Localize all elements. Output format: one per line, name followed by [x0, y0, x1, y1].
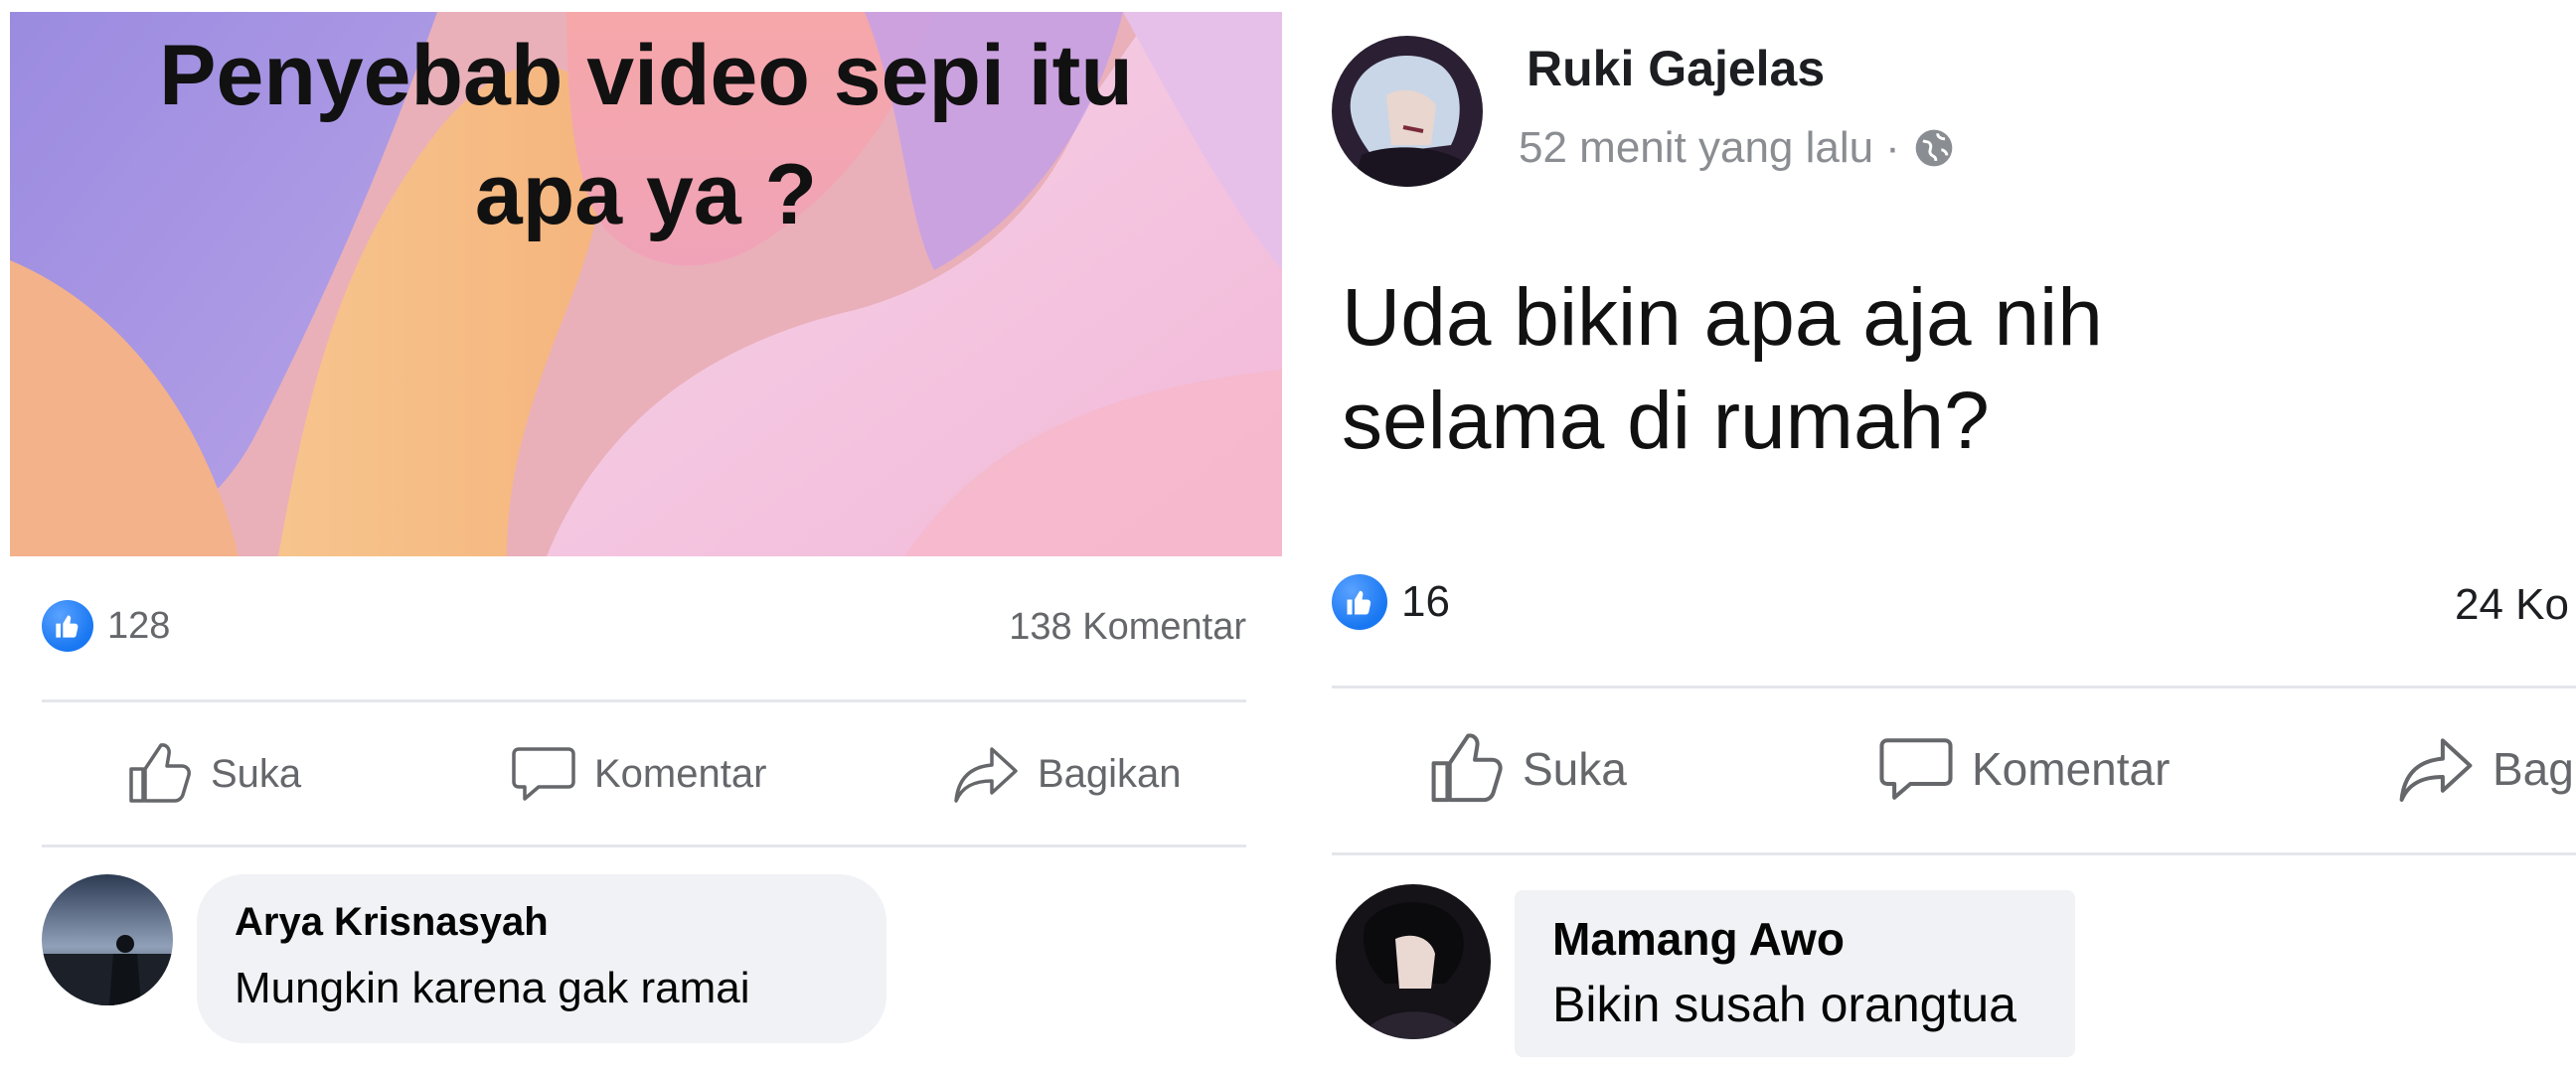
share-label: Bagikan — [1038, 751, 1182, 796]
comment-author[interactable]: Mamang Awo — [1552, 912, 1845, 966]
reaction-count: 16 — [1401, 577, 1450, 626]
share-arrow-icon — [954, 747, 1018, 803]
comment-count[interactable]: 24 Ko — [2455, 580, 2569, 630]
post-time[interactable]: 52 menit yang lalu — [1519, 123, 1873, 173]
divider — [1332, 686, 2576, 689]
post-text: Uda bikin apa aja nih selama di rumah? — [1342, 272, 2103, 466]
comment-count[interactable]: 138 Komentar — [1009, 606, 1246, 649]
divider — [42, 699, 1246, 702]
avatar[interactable] — [1332, 36, 1483, 187]
post-meta: 52 menit yang lalu · — [1519, 123, 1956, 173]
comment-text: Bikin susah orangtua — [1552, 977, 2016, 1032]
image-caption: Penyebab video sepi itu apa ya ? — [159, 28, 1133, 242]
avatar[interactable] — [42, 874, 173, 1005]
like-badge-icon — [1332, 574, 1387, 630]
reaction-count: 128 — [107, 604, 171, 647]
thumbs-up-icon — [129, 743, 191, 803]
comment-label: Komentar — [594, 751, 767, 796]
like-label: Suka — [211, 751, 302, 796]
left-post: Penyebab video sepi itu apa ya ? 128 138… — [0, 0, 1288, 1073]
meta-separator: · — [1885, 123, 1900, 172]
comment-button[interactable]: Komentar — [1878, 733, 2170, 805]
speech-bubble-icon — [1879, 738, 1953, 800]
post-author[interactable]: Ruki Gajelas — [1527, 40, 1825, 97]
like-label: Suka — [1523, 743, 1627, 795]
divider — [1332, 852, 2576, 855]
like-button[interactable]: Suka — [1429, 733, 1627, 805]
comment-text: Mungkin karena gak ramai — [235, 964, 750, 1012]
like-badge-icon — [42, 600, 93, 652]
divider — [42, 844, 1246, 847]
reaction-summary[interactable]: 128 — [42, 600, 170, 652]
comment-label: Komentar — [1972, 743, 2171, 795]
speech-bubble-icon — [512, 747, 575, 801]
globe-icon — [1915, 129, 1953, 167]
share-button[interactable]: Bagikan — [952, 743, 1182, 805]
right-post: Ruki Gajelas 52 menit yang lalu · Uda bi… — [1288, 0, 2576, 1073]
comment-author[interactable]: Arya Krisnasyah — [235, 900, 549, 945]
post-image[interactable]: Penyebab video sepi itu apa ya ? — [10, 12, 1282, 556]
thumbs-up-icon — [1431, 733, 1503, 803]
share-label: Bag — [2493, 743, 2574, 795]
share-arrow-icon — [2399, 738, 2473, 802]
share-button[interactable]: Bag — [2397, 733, 2574, 805]
reaction-summary[interactable]: 16 — [1332, 574, 1450, 630]
avatar[interactable] — [1336, 884, 1491, 1039]
comment-button[interactable]: Komentar — [511, 743, 766, 805]
like-button[interactable]: Suka — [127, 743, 301, 805]
